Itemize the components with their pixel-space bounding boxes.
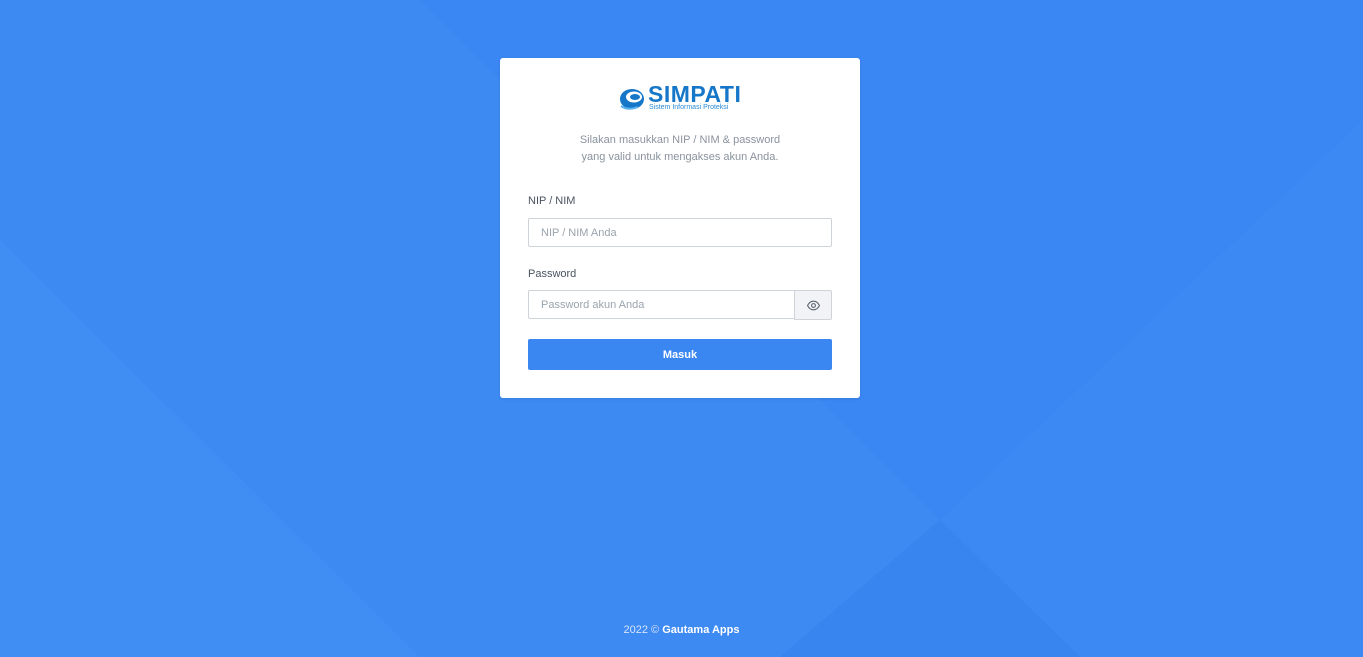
nip-input[interactable] [528,218,832,247]
app-logo: SIMPATI Sistem Informasi Proteksi [618,82,744,116]
footer: 2022 © Gautama Apps [0,624,1363,636]
login-button[interactable]: Masuk [528,339,832,370]
toggle-password-button[interactable] [794,290,832,320]
intro-line-2: yang valid untuk mengakses akun Anda. [581,151,779,163]
footer-year: 2022 © [623,624,660,636]
intro-line-1: Silakan masukkan NIP / NIM & password [579,134,781,146]
login-card: SIMPATI Sistem Informasi Proteksi Silaka… [500,58,860,398]
nip-label: NIP / NIM [528,195,576,207]
footer-brand-link[interactable]: Gautama Apps [662,624,739,636]
eye-icon [806,300,820,310]
intro-text: Silakan masukkan NIP / NIM & password ya… [500,132,860,166]
logo-tagline: Sistem Informasi Proteksi [649,104,729,111]
logo-mark-icon [620,89,644,110]
password-input[interactable] [528,290,795,319]
password-label: Password [528,268,577,280]
logo-title: SIMPATI [648,81,742,107]
